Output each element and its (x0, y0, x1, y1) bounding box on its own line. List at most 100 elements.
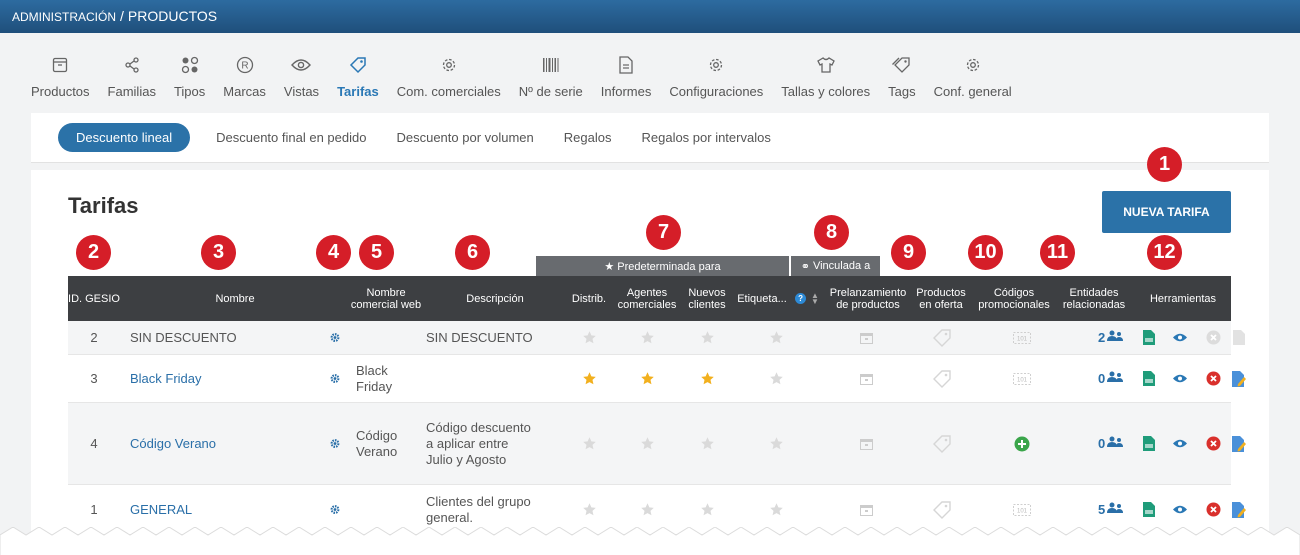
module-productos[interactable]: Productos (22, 44, 99, 116)
tarifas-panel: Tarifas NUEVA TARIFA 1 2 3 4 5 6 7 8 9 1… (31, 147, 1269, 555)
add-promo-code-icon[interactable] (1008, 403, 1036, 484)
entidades-link[interactable]: 0 (1098, 355, 1138, 402)
callout-badge: 10 (968, 235, 1003, 270)
subtab-descuento-final[interactable]: Descuento final en pedido (216, 130, 366, 145)
col-id[interactable]: ID. GESIO (68, 276, 120, 321)
export-csv-icon[interactable] (1140, 403, 1158, 484)
subtab-regalos[interactable]: Regalos (564, 130, 612, 145)
calendar-icon[interactable] (852, 355, 880, 402)
module-tallas-colores[interactable]: Tallas y colores (772, 44, 879, 116)
star-icon[interactable] (575, 403, 603, 484)
tag-icon (347, 54, 369, 76)
col-etiquetas[interactable]: Etiqueta... (734, 276, 790, 321)
col-entidades[interactable]: Entidades relacionadas (1058, 276, 1130, 321)
callout-badge: 4 (316, 235, 351, 270)
tag-icon[interactable] (928, 321, 956, 354)
star-icon[interactable] (693, 403, 721, 484)
cell-nombre-link[interactable]: Código Verano (130, 403, 216, 484)
module-label: Marcas (223, 84, 266, 99)
entidades-link[interactable]: 2 (1098, 321, 1138, 354)
col-herramientas: Herramientas (1149, 292, 1217, 305)
module-com-comerciales[interactable]: Com. comerciales (388, 44, 510, 116)
group-header-vinculada: ⚭ Vinculada a (791, 256, 880, 276)
gear-icon[interactable] (330, 355, 340, 402)
cell-nombre: SIN DESCUENTO (130, 330, 237, 345)
users-icon (1107, 330, 1124, 345)
col-prelanzamiento[interactable]: Prelanzamiento de productos (824, 276, 912, 321)
calendar-icon[interactable] (852, 321, 880, 354)
tshirt-icon (815, 54, 837, 76)
tag-icon[interactable] (928, 403, 956, 484)
subtab-regalos-intervalos[interactable]: Regalos por intervalos (641, 130, 770, 145)
module-informes[interactable]: Informes (592, 44, 661, 116)
star-icon[interactable] (762, 403, 790, 484)
col-distrib[interactable]: Distrib. (566, 276, 612, 321)
svg-text:101: 101 (1017, 508, 1028, 514)
table-row[interactable]: 2 SIN DESCUENTO SIN DESCUENTO 101 2 (68, 321, 1245, 355)
star-icon[interactable] (575, 355, 603, 402)
edit-document-icon[interactable] (1230, 403, 1248, 484)
module-marcas[interactable]: R Marcas (214, 44, 275, 116)
col-nombre[interactable]: Nombre (130, 276, 340, 321)
cell-id: 4 (90, 436, 98, 451)
module-label: Productos (31, 84, 90, 99)
entidades-link[interactable]: 0 (1098, 403, 1138, 484)
document-icon (615, 54, 637, 76)
delete-icon[interactable] (1204, 403, 1222, 484)
cell-nombre-comercial (356, 321, 416, 354)
col-codigos[interactable]: Códigos promocionales (972, 276, 1056, 321)
star-icon[interactable] (575, 321, 603, 354)
export-csv-icon[interactable] (1140, 321, 1158, 354)
star-icon[interactable] (762, 355, 790, 402)
link-icon: ⚭ (800, 260, 810, 273)
module-vistas[interactable]: Vistas (275, 44, 328, 116)
delete-icon[interactable] (1204, 355, 1222, 402)
gear-icon[interactable] (330, 321, 340, 354)
view-eye-icon[interactable] (1170, 321, 1190, 354)
module-conf-general[interactable]: Conf. general (925, 44, 1021, 116)
breadcrumb-section[interactable]: ADMINISTRACIÓN (12, 10, 116, 24)
col-oferta[interactable]: Productos en oferta (914, 276, 968, 321)
table-row[interactable]: 4 Código Verano Código Verano Código des… (68, 403, 1246, 485)
star-icon[interactable] (693, 355, 721, 402)
entidades-count: 5 (1098, 502, 1106, 517)
table-row[interactable]: 3 Black Friday Black Friday 101 0 (68, 355, 1246, 403)
help-icon[interactable]: ? (795, 293, 807, 304)
module-label: Tags (888, 84, 916, 99)
promo-code-icon[interactable]: 101 (1008, 355, 1036, 402)
star-icon[interactable] (693, 321, 721, 354)
star-icon[interactable] (762, 321, 790, 354)
module-label: Com. comerciales (396, 84, 501, 99)
module-numero-serie[interactable]: Nº de serie (510, 44, 592, 116)
star-icon[interactable] (633, 355, 661, 402)
star-icon[interactable] (633, 403, 661, 484)
subtab-descuento-volumen[interactable]: Descuento por volumen (396, 130, 533, 145)
col-agentes[interactable]: Agentes comerciales (614, 276, 680, 321)
module-familias[interactable]: Familias (99, 44, 165, 116)
view-eye-icon[interactable] (1170, 403, 1190, 484)
promo-code-icon[interactable]: 101 (1008, 321, 1036, 354)
export-csv-icon[interactable] (1140, 355, 1158, 402)
subtab-descuento-lineal[interactable]: Descuento lineal (58, 123, 191, 152)
cell-nombre-link[interactable]: Black Friday (130, 355, 202, 402)
view-eye-icon[interactable] (1170, 355, 1190, 402)
module-tipos[interactable]: Tipos (165, 44, 214, 116)
star-icon[interactable] (633, 321, 661, 354)
barcode-icon (540, 54, 562, 76)
module-tags[interactable]: Tags (879, 44, 924, 116)
tag-icon[interactable] (928, 355, 956, 402)
module-tarifas[interactable]: Tarifas (328, 44, 388, 116)
gear-icon[interactable] (330, 403, 340, 484)
new-tarifa-button[interactable]: NUEVA TARIFA (1102, 191, 1231, 233)
cell-id: 2 (90, 330, 98, 345)
module-configuraciones[interactable]: Configuraciones (660, 44, 772, 116)
col-descripcion[interactable]: Descripción (440, 276, 550, 321)
col-nuevos[interactable]: Nuevos clientes (682, 276, 732, 321)
callout-badge: 11 (1040, 235, 1075, 270)
cell-descripcion (426, 355, 536, 402)
module-label: Configuraciones (669, 84, 764, 99)
col-nombre-comercial[interactable]: Nombre comercial web (350, 276, 422, 321)
calendar-icon[interactable] (852, 403, 880, 484)
sort-icon[interactable]: ▲ ▼ (811, 291, 819, 305)
edit-document-icon[interactable] (1230, 355, 1248, 402)
